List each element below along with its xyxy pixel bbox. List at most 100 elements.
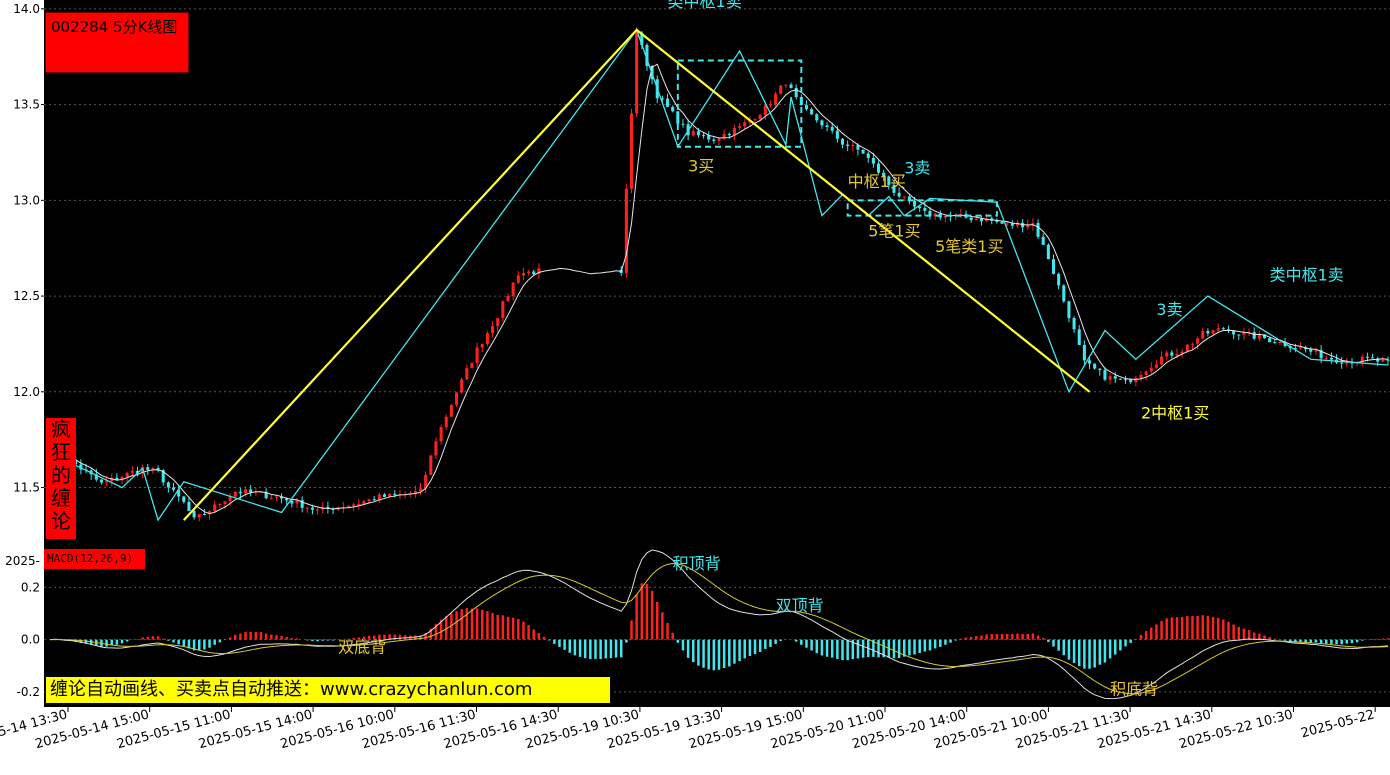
price-tick-label: 12.5 xyxy=(13,289,40,303)
price-tick-label: 11.5 xyxy=(13,481,40,495)
divergence-label: 双底背 xyxy=(338,638,386,657)
candle-body xyxy=(1149,367,1153,372)
candle-body xyxy=(1206,331,1210,334)
candle-body xyxy=(434,441,438,456)
buy-sell-point-label: 3卖 xyxy=(904,159,930,178)
candle-body xyxy=(1165,352,1169,357)
candle-body xyxy=(804,105,809,110)
candle-body xyxy=(1190,343,1194,345)
candle-body xyxy=(810,109,814,115)
candle-body xyxy=(249,489,253,493)
candle-body xyxy=(244,489,248,494)
candle-body xyxy=(1000,221,1004,224)
candle-body xyxy=(1268,338,1272,343)
candle-body xyxy=(1371,357,1375,359)
kline-chart: 类中枢1卖3买 3卖中枢1买5笔1买5笔类1买2中枢1买3卖类中枢1卖积顶背双顶背… xyxy=(0,0,1390,775)
side-char: 疯 xyxy=(51,417,71,441)
side-char: 缠 xyxy=(51,486,71,510)
candle-body xyxy=(774,93,778,105)
candle-body xyxy=(485,333,489,344)
buy-sell-point-label: 5笔类1买 xyxy=(935,237,1003,256)
candle-body xyxy=(789,84,793,88)
candle-body xyxy=(624,188,628,273)
candle-body xyxy=(316,509,320,511)
price-tick-label: 14.0 xyxy=(13,2,40,16)
candle-body xyxy=(671,106,675,112)
candle-body xyxy=(768,104,772,106)
candle-body xyxy=(480,343,484,348)
candle-body xyxy=(1005,223,1009,225)
candle-body xyxy=(1046,244,1050,260)
candle-body xyxy=(1365,356,1369,358)
candle-body xyxy=(779,85,783,94)
macd-tick-label: 2025- xyxy=(5,554,40,568)
buy-sell-point-label: 类中枢1卖 xyxy=(668,0,742,11)
candle-body xyxy=(1185,344,1189,352)
candle-body xyxy=(1139,374,1143,378)
candle-body xyxy=(1329,357,1333,360)
candle-body xyxy=(830,126,834,131)
candle-body xyxy=(269,497,273,499)
buy-sell-point-label: 5笔1买 xyxy=(868,222,920,241)
candle-body xyxy=(99,479,103,483)
candle-body xyxy=(1108,376,1112,380)
candle-body xyxy=(851,145,855,147)
divergence-label: 积底背 xyxy=(1110,680,1158,699)
candle-body xyxy=(310,507,314,510)
candle-body xyxy=(393,493,397,495)
price-tick-label: 13.0 xyxy=(13,193,40,207)
candle-body xyxy=(696,131,700,136)
candle-body xyxy=(691,131,695,136)
candle-body xyxy=(629,113,634,189)
candle-body xyxy=(352,504,356,506)
candle-body xyxy=(1340,362,1344,364)
candle-body xyxy=(969,217,973,221)
candle-body xyxy=(305,507,309,509)
candle-body xyxy=(475,347,479,363)
candle-body xyxy=(1309,349,1313,352)
candle-body xyxy=(202,514,206,516)
price-panel xyxy=(44,0,1390,551)
side-label: 疯 狂 的 缠 论 xyxy=(46,418,76,539)
candle-body xyxy=(182,496,186,502)
candle-body xyxy=(166,482,170,488)
candle-body xyxy=(974,218,978,221)
candle-body xyxy=(1175,354,1179,356)
candle-body xyxy=(192,510,196,518)
candle-body xyxy=(1381,359,1385,362)
side-char: 论 xyxy=(51,509,71,533)
macd-tick-label: 0.2 xyxy=(21,580,40,594)
candle-body xyxy=(439,427,443,442)
candle-body xyxy=(1077,329,1081,345)
candle-body xyxy=(233,491,237,497)
candle-body xyxy=(1129,379,1133,382)
candle-body xyxy=(784,84,788,86)
buy-sell-point-label: 中枢1买 xyxy=(848,172,906,191)
candle-body xyxy=(367,499,371,502)
candle-body xyxy=(1124,379,1128,381)
candle-body xyxy=(238,491,242,494)
candle-body xyxy=(1278,341,1282,344)
candle-body xyxy=(444,416,448,428)
candle-body xyxy=(1324,357,1328,359)
macd-tick-label: -0.2 xyxy=(17,685,40,699)
candle-body xyxy=(501,301,505,319)
candle-body xyxy=(897,192,901,197)
candle-body xyxy=(979,218,983,222)
candle-body xyxy=(372,499,376,501)
candle-body xyxy=(846,144,850,146)
candle-body xyxy=(758,114,762,120)
candle-body xyxy=(861,149,865,154)
candle-body xyxy=(357,503,361,505)
candle-body xyxy=(702,135,706,137)
candle-body xyxy=(130,470,134,473)
candle-body xyxy=(516,275,520,283)
candle-body xyxy=(1144,371,1148,375)
macd-tick-label: 0.0 xyxy=(21,633,40,647)
candle-body xyxy=(1154,364,1158,368)
candle-body xyxy=(1062,285,1066,302)
candle-body xyxy=(825,125,829,127)
candle-body xyxy=(835,130,839,139)
buy-sell-point-label: 3卖 xyxy=(1156,300,1182,319)
chart-title: 002284 5分K线图 xyxy=(45,12,189,73)
